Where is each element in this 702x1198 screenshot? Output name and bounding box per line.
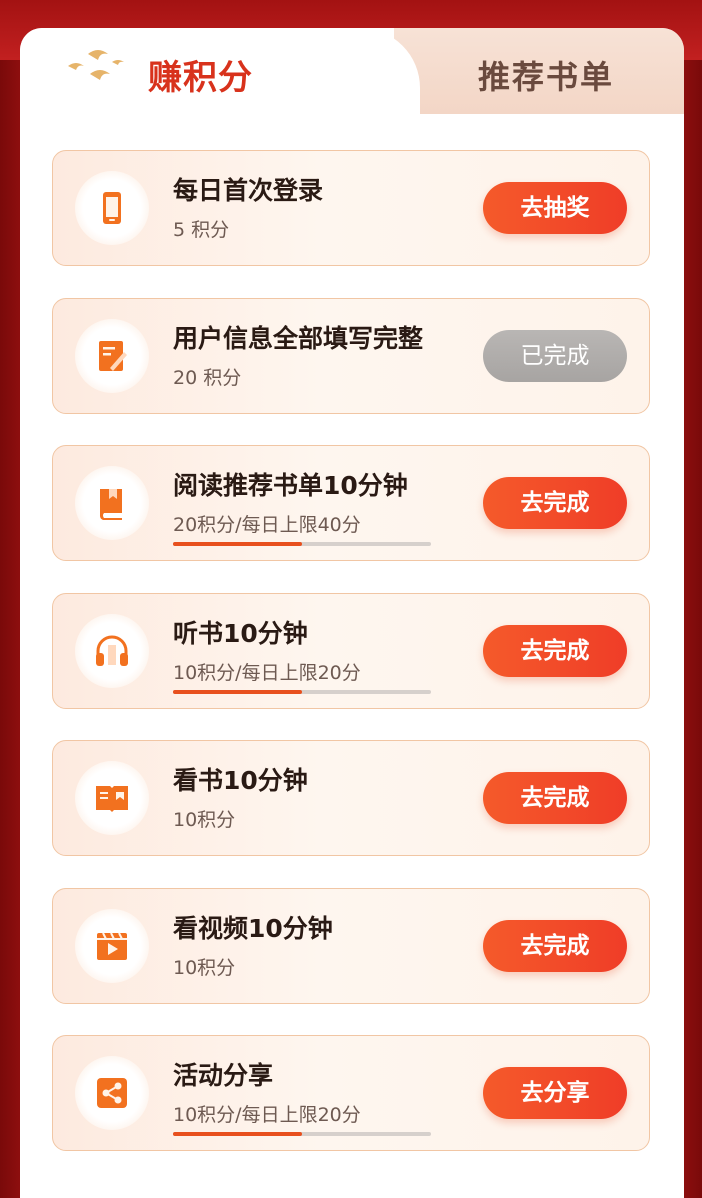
task-points: 10积分 [173, 957, 236, 979]
complete-button[interactable]: 去完成 [483, 477, 627, 529]
task-title: 活动分享 [173, 1061, 274, 1090]
book-icon [75, 466, 149, 540]
complete-button[interactable]: 去完成 [483, 772, 627, 824]
tab-bar: 推荐书单 赚积分 [20, 28, 684, 118]
headphones-icon [75, 614, 149, 688]
share-button[interactable]: 去分享 [483, 1067, 627, 1119]
task-title: 用户信息全部填写完整 [173, 324, 424, 353]
task-item-watch-video: 看视频10分钟 10积分 去完成 [52, 888, 650, 1004]
complete-button[interactable]: 去完成 [483, 920, 627, 972]
tab-recommended-books[interactable]: 推荐书单 [394, 28, 684, 114]
completed-button[interactable]: 已完成 [483, 330, 627, 382]
task-item-read-book: 看书10分钟 10积分 去完成 [52, 740, 650, 856]
progress-bar [173, 542, 431, 546]
share-icon [75, 1056, 149, 1130]
progress-bar [173, 1132, 431, 1136]
task-title: 看视频10分钟 [173, 914, 333, 943]
task-item-listen-book: 听书10分钟 10积分/每日上限20分 去完成 [52, 593, 650, 709]
task-title: 看书10分钟 [173, 766, 308, 795]
task-points: 5 积分 [173, 219, 230, 241]
tab-earn-points-label: 赚积分 [148, 58, 253, 98]
task-title: 听书10分钟 [173, 619, 308, 648]
open-book-icon [75, 761, 149, 835]
task-title: 每日首次登录 [173, 176, 324, 205]
task-item-read-booklist: 阅读推荐书单10分钟 20积分/每日上限40分 去完成 [52, 445, 650, 561]
lottery-button[interactable]: 去抽奖 [483, 182, 627, 234]
progress-bar [173, 690, 431, 694]
tab-recommended-books-label: 推荐书单 [477, 58, 614, 96]
task-points: 10积分 [173, 809, 236, 831]
birds-icon [68, 50, 124, 80]
progress-fill [173, 542, 302, 546]
task-points: 20积分/每日上限40分 [173, 514, 361, 536]
task-item-profile: 用户信息全部填写完整 20 积分 已完成 [52, 298, 650, 414]
task-item-daily-login: 每日首次登录 5 积分 去抽奖 [52, 150, 650, 266]
points-panel: 推荐书单 赚积分 每日首次登录 5 积分 去抽奖 用户信息全部填写完整 20 积… [20, 28, 684, 1198]
task-item-share: 活动分享 10积分/每日上限20分 去分享 [52, 1035, 650, 1151]
task-points: 10积分/每日上限20分 [173, 1104, 361, 1126]
task-title: 阅读推荐书单10分钟 [173, 471, 408, 500]
phone-icon [75, 171, 149, 245]
progress-fill [173, 690, 302, 694]
task-points: 10积分/每日上限20分 [173, 662, 361, 684]
complete-button[interactable]: 去完成 [483, 625, 627, 677]
progress-fill [173, 1132, 302, 1136]
video-icon [75, 909, 149, 983]
tab-earn-points[interactable]: 赚积分 [20, 28, 420, 118]
edit-form-icon [75, 319, 149, 393]
task-points: 20 积分 [173, 367, 242, 389]
